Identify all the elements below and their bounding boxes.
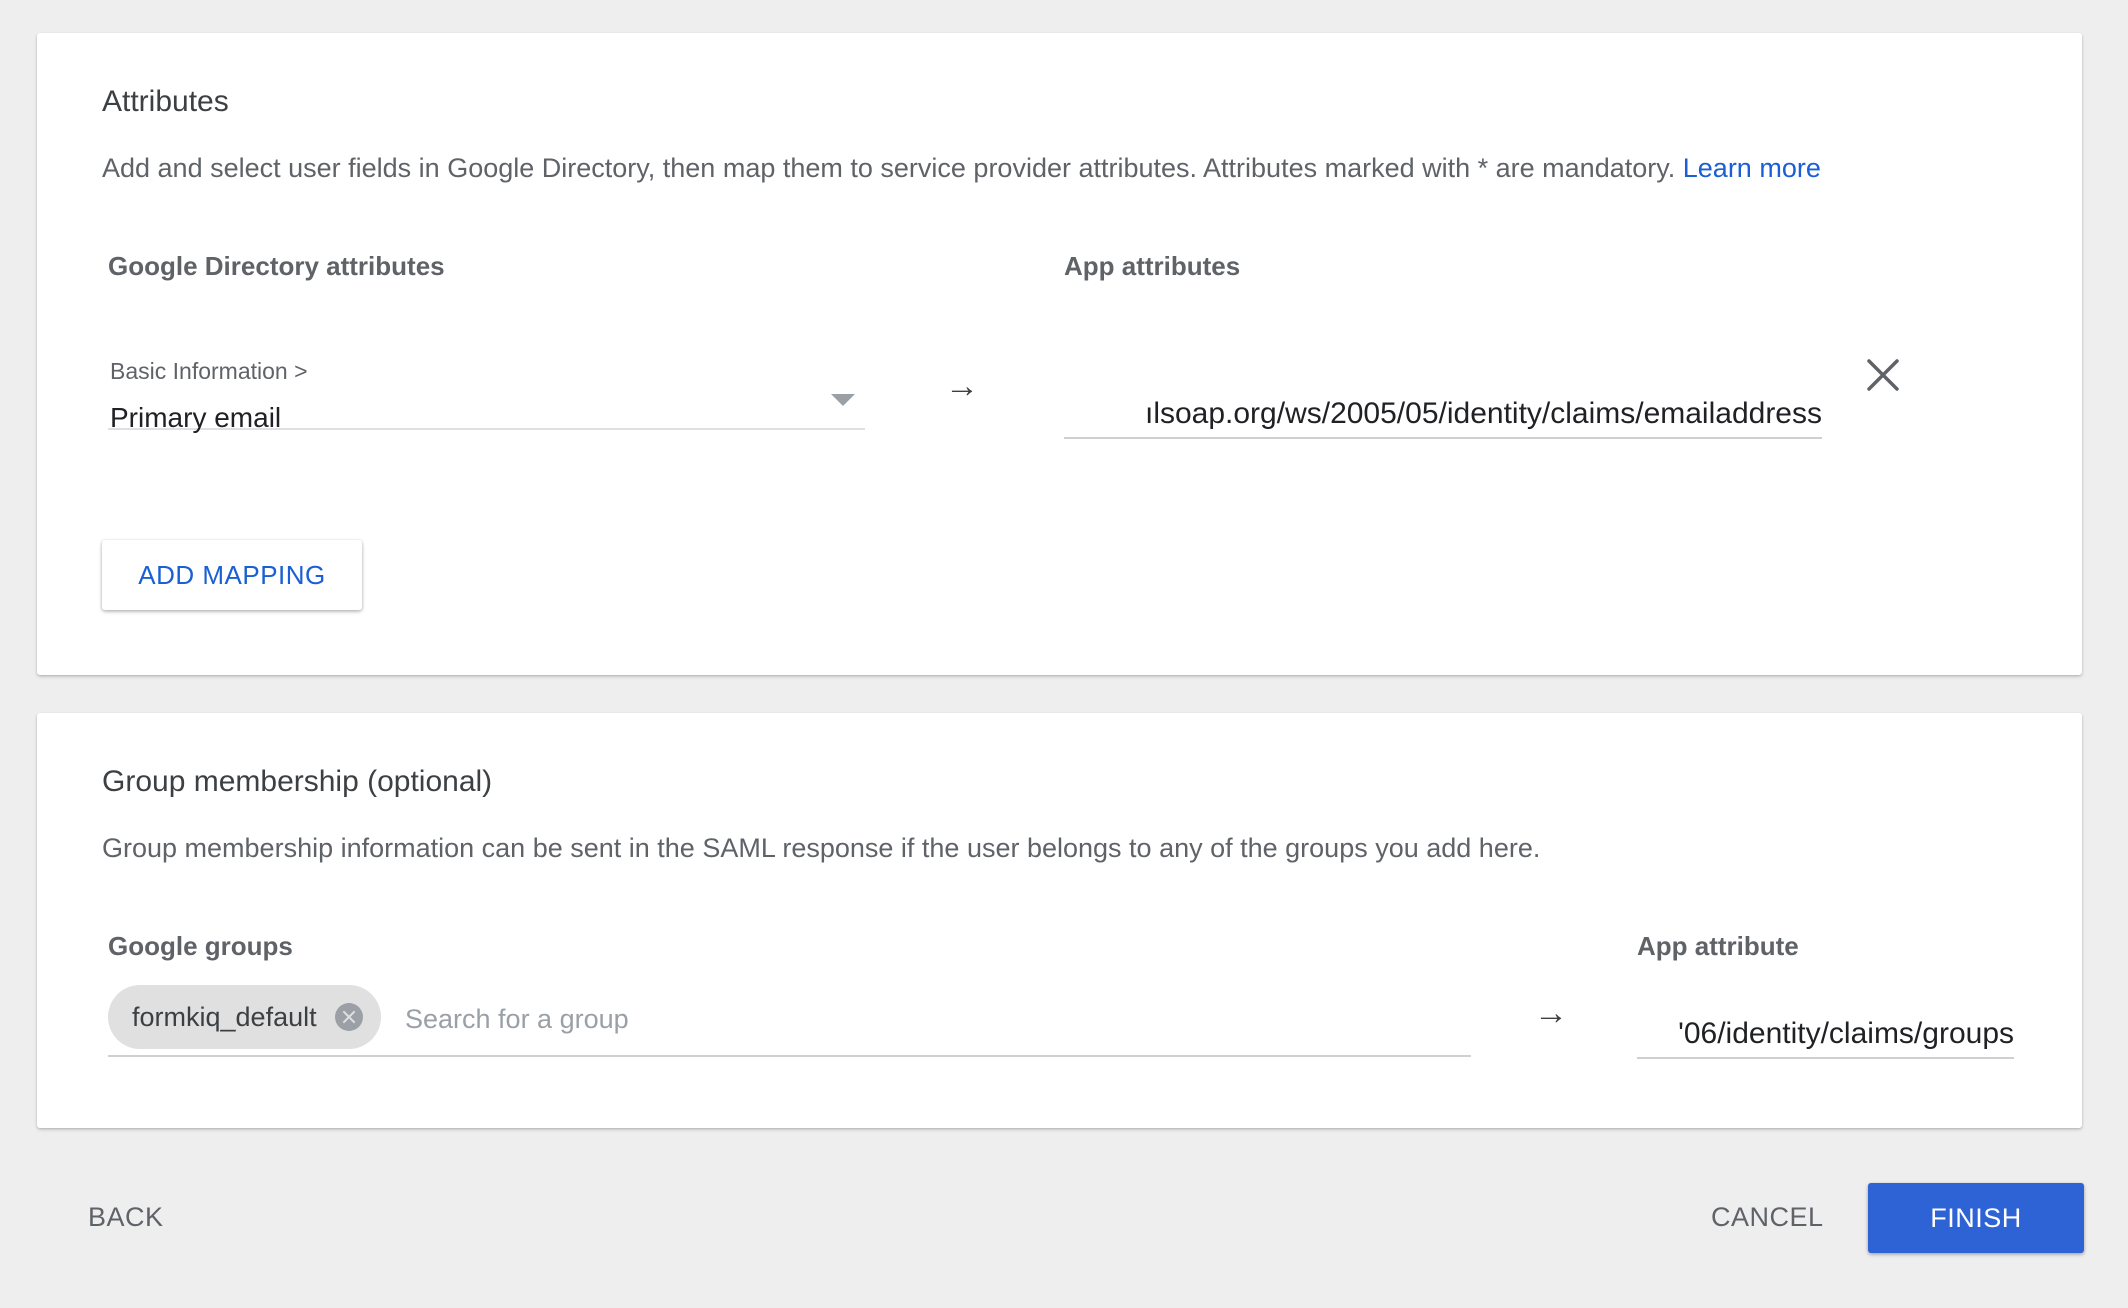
select-breadcrumb: Basic Information > [110, 358, 308, 384]
group-chip-label: formkiq_default [132, 1001, 317, 1032]
attributes-title: Attributes [102, 85, 229, 118]
directory-attribute-select[interactable]: Basic Information > Primary email [108, 318, 865, 433]
attributes-description: Add and select user fields in Google Dir… [102, 153, 1821, 184]
remove-mapping-button[interactable] [1863, 355, 1903, 395]
group-app-attribute-value: '06/identity/claims/groups [1678, 1017, 2014, 1050]
group-membership-title: Group membership (optional) [102, 765, 493, 798]
app-attribute-header: App attribute [1637, 931, 1799, 961]
close-icon [1867, 359, 1899, 391]
chip-remove-icon[interactable] [334, 1003, 363, 1031]
directory-attributes-header: Google Directory attributes [108, 251, 445, 281]
dropdown-arrow-icon [831, 394, 855, 406]
arrow-right-icon: → [945, 367, 979, 405]
add-mapping-button[interactable]: ADD MAPPING [102, 540, 362, 610]
back-button[interactable]: BACK [88, 1202, 164, 1233]
attributes-card: Attributes Add and select user fields in… [37, 33, 2082, 675]
group-membership-description: Group membership information can be sent… [102, 833, 1541, 863]
learn-more-link[interactable]: Learn more [1683, 153, 1821, 183]
arrow-right-icon: → [1534, 994, 1568, 1032]
group-membership-card: Group membership (optional) Group member… [37, 713, 2082, 1128]
google-groups-header: Google groups [108, 931, 293, 961]
app-attributes-header: App attributes [1064, 251, 1241, 281]
finish-button[interactable]: FINISH [1868, 1183, 2084, 1253]
attributes-description-text: Add and select user fields in Google Dir… [102, 153, 1676, 183]
group-search-input[interactable] [403, 993, 1447, 1045]
cancel-button[interactable]: CANCEL [1711, 1202, 1824, 1233]
group-app-attribute-input[interactable]: '06/identity/claims/groups [1637, 983, 2014, 1059]
app-attribute-value: ılsoap.org/ws/2005/05/identity/claims/em… [1144, 397, 1822, 430]
app-attribute-input[interactable]: ılsoap.org/ws/2005/05/identity/claims/em… [1064, 353, 1822, 439]
group-chip-field: formkiq_default [108, 973, 1471, 1057]
group-chip[interactable]: formkiq_default [108, 985, 381, 1049]
select-value: Primary email [110, 402, 282, 433]
